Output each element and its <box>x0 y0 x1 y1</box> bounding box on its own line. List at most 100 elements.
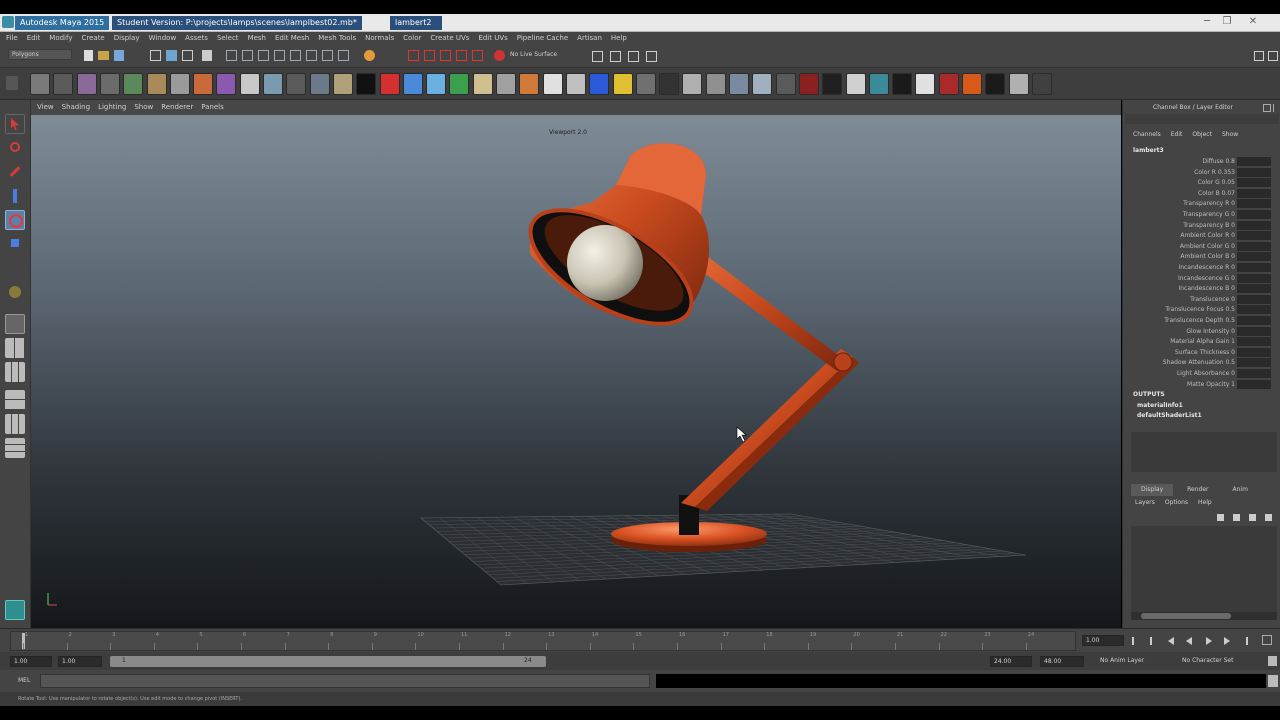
channel-box-toggle-icon[interactable] <box>1254 51 1264 61</box>
attribute-value-field[interactable] <box>1237 358 1271 368</box>
nurbs-circle-icon[interactable] <box>356 73 377 95</box>
attribute-row[interactable]: Translucence 0 <box>1131 294 1271 305</box>
select-handle-icon[interactable] <box>226 50 237 61</box>
close-button[interactable]: ✕ <box>1246 16 1260 28</box>
persp-graph-layout-icon[interactable] <box>5 390 25 410</box>
layer-tab-display[interactable]: Display <box>1131 484 1174 496</box>
range-bar[interactable]: 1 24 <box>110 656 546 667</box>
menu-select[interactable]: Select <box>217 32 239 44</box>
soccer-icon[interactable] <box>635 73 656 95</box>
plane-nurbs-icon[interactable] <box>472 73 493 95</box>
output-node[interactable]: materialInfo1 <box>1137 401 1183 411</box>
menu-mesh-tools[interactable]: Mesh Tools <box>318 32 356 44</box>
start-time-field[interactable]: 1.00 <box>10 656 52 667</box>
shelf-settings-icon[interactable] <box>6 76 18 90</box>
attribute-value-field[interactable] <box>1237 263 1271 272</box>
menu-file[interactable]: File <box>6 32 18 44</box>
anim-prefs-icon[interactable] <box>1262 635 1272 645</box>
attribute-value-field[interactable] <box>1237 178 1271 188</box>
third-tab[interactable]: lambert2 <box>390 16 442 30</box>
tool-settings-toggle-icon[interactable] <box>1268 51 1278 61</box>
anim-layer-dropdown[interactable]: No Anim Layer <box>1100 656 1144 666</box>
prism-icon[interactable] <box>705 73 726 95</box>
menu-mesh[interactable]: Mesh <box>248 32 266 44</box>
attribute-row[interactable]: Translucence Depth 0.5 <box>1131 316 1271 326</box>
new-scene-icon[interactable] <box>84 50 93 61</box>
svg-icon[interactable] <box>542 73 563 95</box>
helix-icon[interactable] <box>612 73 633 95</box>
attribute-value-field[interactable] <box>1237 167 1271 177</box>
attribute-row[interactable]: Ambient Color B 0 <box>1131 252 1271 262</box>
pipe-icon[interactable] <box>589 73 610 95</box>
arc-icon[interactable] <box>169 73 190 95</box>
wedge-icon[interactable] <box>985 73 1006 95</box>
playback-end-field[interactable]: 24.00 <box>990 656 1032 667</box>
attribute-value-field[interactable] <box>1237 379 1271 389</box>
attribute-value-field[interactable] <box>1237 241 1271 251</box>
end-time-field[interactable]: 48.00 <box>1040 656 1084 667</box>
persp-hypershade-layout-icon[interactable] <box>5 414 25 434</box>
persp-outliner-layout-icon[interactable] <box>5 362 25 382</box>
command-input[interactable] <box>40 674 650 688</box>
merge-icon[interactable] <box>892 73 913 95</box>
menu-create[interactable]: Create <box>81 32 104 44</box>
play-forward-icon[interactable] <box>1206 637 1212 645</box>
bevel-icon[interactable] <box>822 73 843 95</box>
time-slider[interactable]: 1 2 3 4 5 6 7 8 9 10 11 12 13 14 15 16 17 18 19 20 21 22 23 24 … <box>0 628 1280 652</box>
insert-edge-icon[interactable] <box>962 73 982 95</box>
attribute-row[interactable]: Light Absorbance 0 <box>1131 369 1271 379</box>
plane-icon[interactable] <box>309 73 330 95</box>
open-scene-icon[interactable] <box>98 51 109 60</box>
layer-menu-options[interactable]: Options <box>1165 498 1188 508</box>
smooth-icon[interactable] <box>798 73 819 95</box>
attribute-value-field[interactable] <box>1237 369 1271 378</box>
layer-down-icon[interactable] <box>1265 514 1272 521</box>
translate-tool-icon[interactable] <box>30 73 50 95</box>
attribute-row[interactable]: Color R 0.353 <box>1131 167 1271 178</box>
menu-artisan[interactable]: Artisan <box>577 32 602 44</box>
menu-color[interactable]: Color <box>403 32 421 44</box>
attribute-value-field[interactable] <box>1237 284 1271 294</box>
soft-select-icon[interactable] <box>53 73 74 95</box>
extract-icon[interactable] <box>775 73 796 95</box>
channel-box-menu-channels[interactable]: Channels <box>1133 130 1161 140</box>
attribute-value-field[interactable] <box>1237 210 1271 219</box>
torus-nurbs-icon[interactable] <box>496 73 516 95</box>
scale-tool-icon[interactable] <box>5 234 25 254</box>
channel-box-float-icon[interactable] <box>1273 104 1279 112</box>
select-deformation-icon[interactable] <box>290 50 301 61</box>
snap-live-icon[interactable] <box>472 50 483 61</box>
select-by-object-icon[interactable] <box>166 50 177 61</box>
attribute-value-field[interactable] <box>1237 326 1271 336</box>
attribute-value-field[interactable] <box>1237 220 1271 230</box>
command-language-label[interactable]: MEL <box>18 676 30 686</box>
attribute-value-field[interactable] <box>1237 273 1271 283</box>
attribute-row[interactable]: Ambient Color G 0 <box>1131 241 1271 252</box>
cone-nurbs-icon[interactable] <box>449 73 470 95</box>
go-to-end-icon[interactable] <box>1240 637 1248 645</box>
select-rendering-icon[interactable] <box>322 50 333 61</box>
select-dynamic-icon[interactable] <box>306 50 317 61</box>
perspective-viewport[interactable]: Viewport 2.0 <box>31 115 1121 628</box>
panel-menu-shading[interactable]: Shading <box>62 100 90 115</box>
step-forward-icon[interactable] <box>1224 637 1230 645</box>
new-layer-icon[interactable] <box>1217 514 1224 521</box>
snap-plane-icon[interactable] <box>456 50 467 61</box>
menu-modify[interactable]: Modify <box>49 32 72 44</box>
menu-assets[interactable]: Assets <box>185 32 208 44</box>
layer-menu-help[interactable]: Help <box>1198 498 1212 508</box>
menu-window[interactable]: Window <box>149 32 177 44</box>
nurbs-sphere-icon[interactable] <box>379 73 400 95</box>
attribute-row[interactable]: Diffuse 0.8 <box>1131 157 1271 167</box>
layer-list[interactable] <box>1131 526 1277 612</box>
platonic-icon[interactable] <box>659 73 680 95</box>
attribute-row[interactable]: Ambient Color R 0 <box>1131 231 1271 241</box>
channel-box-close-icon[interactable] <box>1263 104 1271 112</box>
modeling-toolkit-icon[interactable] <box>5 600 25 620</box>
attribute-value-field[interactable] <box>1237 157 1271 166</box>
lamp-shade[interactable] <box>513 143 710 346</box>
menu-normals[interactable]: Normals <box>365 32 394 44</box>
attribute-value-field[interactable] <box>1237 252 1271 262</box>
disk-icon[interactable] <box>565 73 586 95</box>
attribute-row[interactable]: Material Alpha Gain 1 <box>1131 337 1271 347</box>
